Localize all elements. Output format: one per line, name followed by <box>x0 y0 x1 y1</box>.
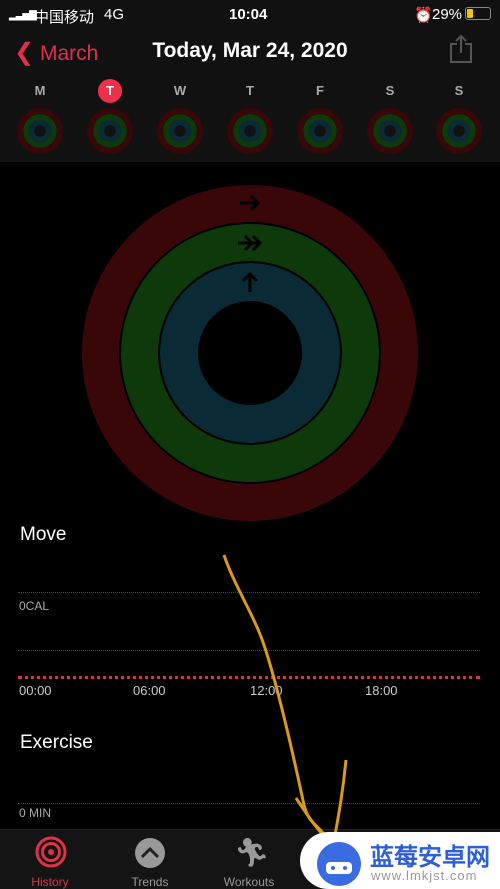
move-title: Move <box>20 524 67 545</box>
day-rings[interactable] <box>17 108 63 154</box>
mini-ring <box>168 119 192 143</box>
day-rings[interactable] <box>227 108 273 154</box>
mini-ring <box>308 119 332 143</box>
mini-ring <box>447 119 471 143</box>
tick: 12:00 <box>250 683 283 698</box>
tick: 06:00 <box>133 683 166 698</box>
day-rings[interactable] <box>367 108 413 154</box>
trends-icon <box>135 838 165 868</box>
tick: 18:00 <box>365 683 398 698</box>
move-value: 0CAL <box>19 599 50 613</box>
mini-ring <box>98 119 122 143</box>
day-rings[interactable] <box>157 108 203 154</box>
day-rings[interactable] <box>87 108 133 154</box>
tick: 00:00 <box>19 683 52 698</box>
mini-ring <box>28 119 52 143</box>
stand-ring <box>160 263 340 443</box>
watermark-url: www.lmkjst.com <box>371 868 478 883</box>
activity-rings <box>82 185 418 521</box>
android-logo-icon <box>317 842 361 886</box>
move-goal-line <box>18 676 480 679</box>
running-icon: 🏃︎ <box>234 837 270 868</box>
mini-ring <box>238 119 262 143</box>
mini-ring <box>378 119 402 143</box>
history-icon <box>35 836 67 868</box>
exercise-title: Exercise <box>20 732 93 753</box>
watermark: 蓝莓安卓网 www.lmkjst.com <box>300 832 500 889</box>
day-rings[interactable] <box>297 108 343 154</box>
day-rings[interactable] <box>436 108 482 154</box>
exercise-value: 0 MIN <box>19 806 52 820</box>
watermark-name: 蓝莓安卓网 <box>370 844 490 871</box>
header: ▂▃▅▇ 中国移动 4G 10:04 ⏰ 29% ❮ March Today, … <box>0 0 500 162</box>
